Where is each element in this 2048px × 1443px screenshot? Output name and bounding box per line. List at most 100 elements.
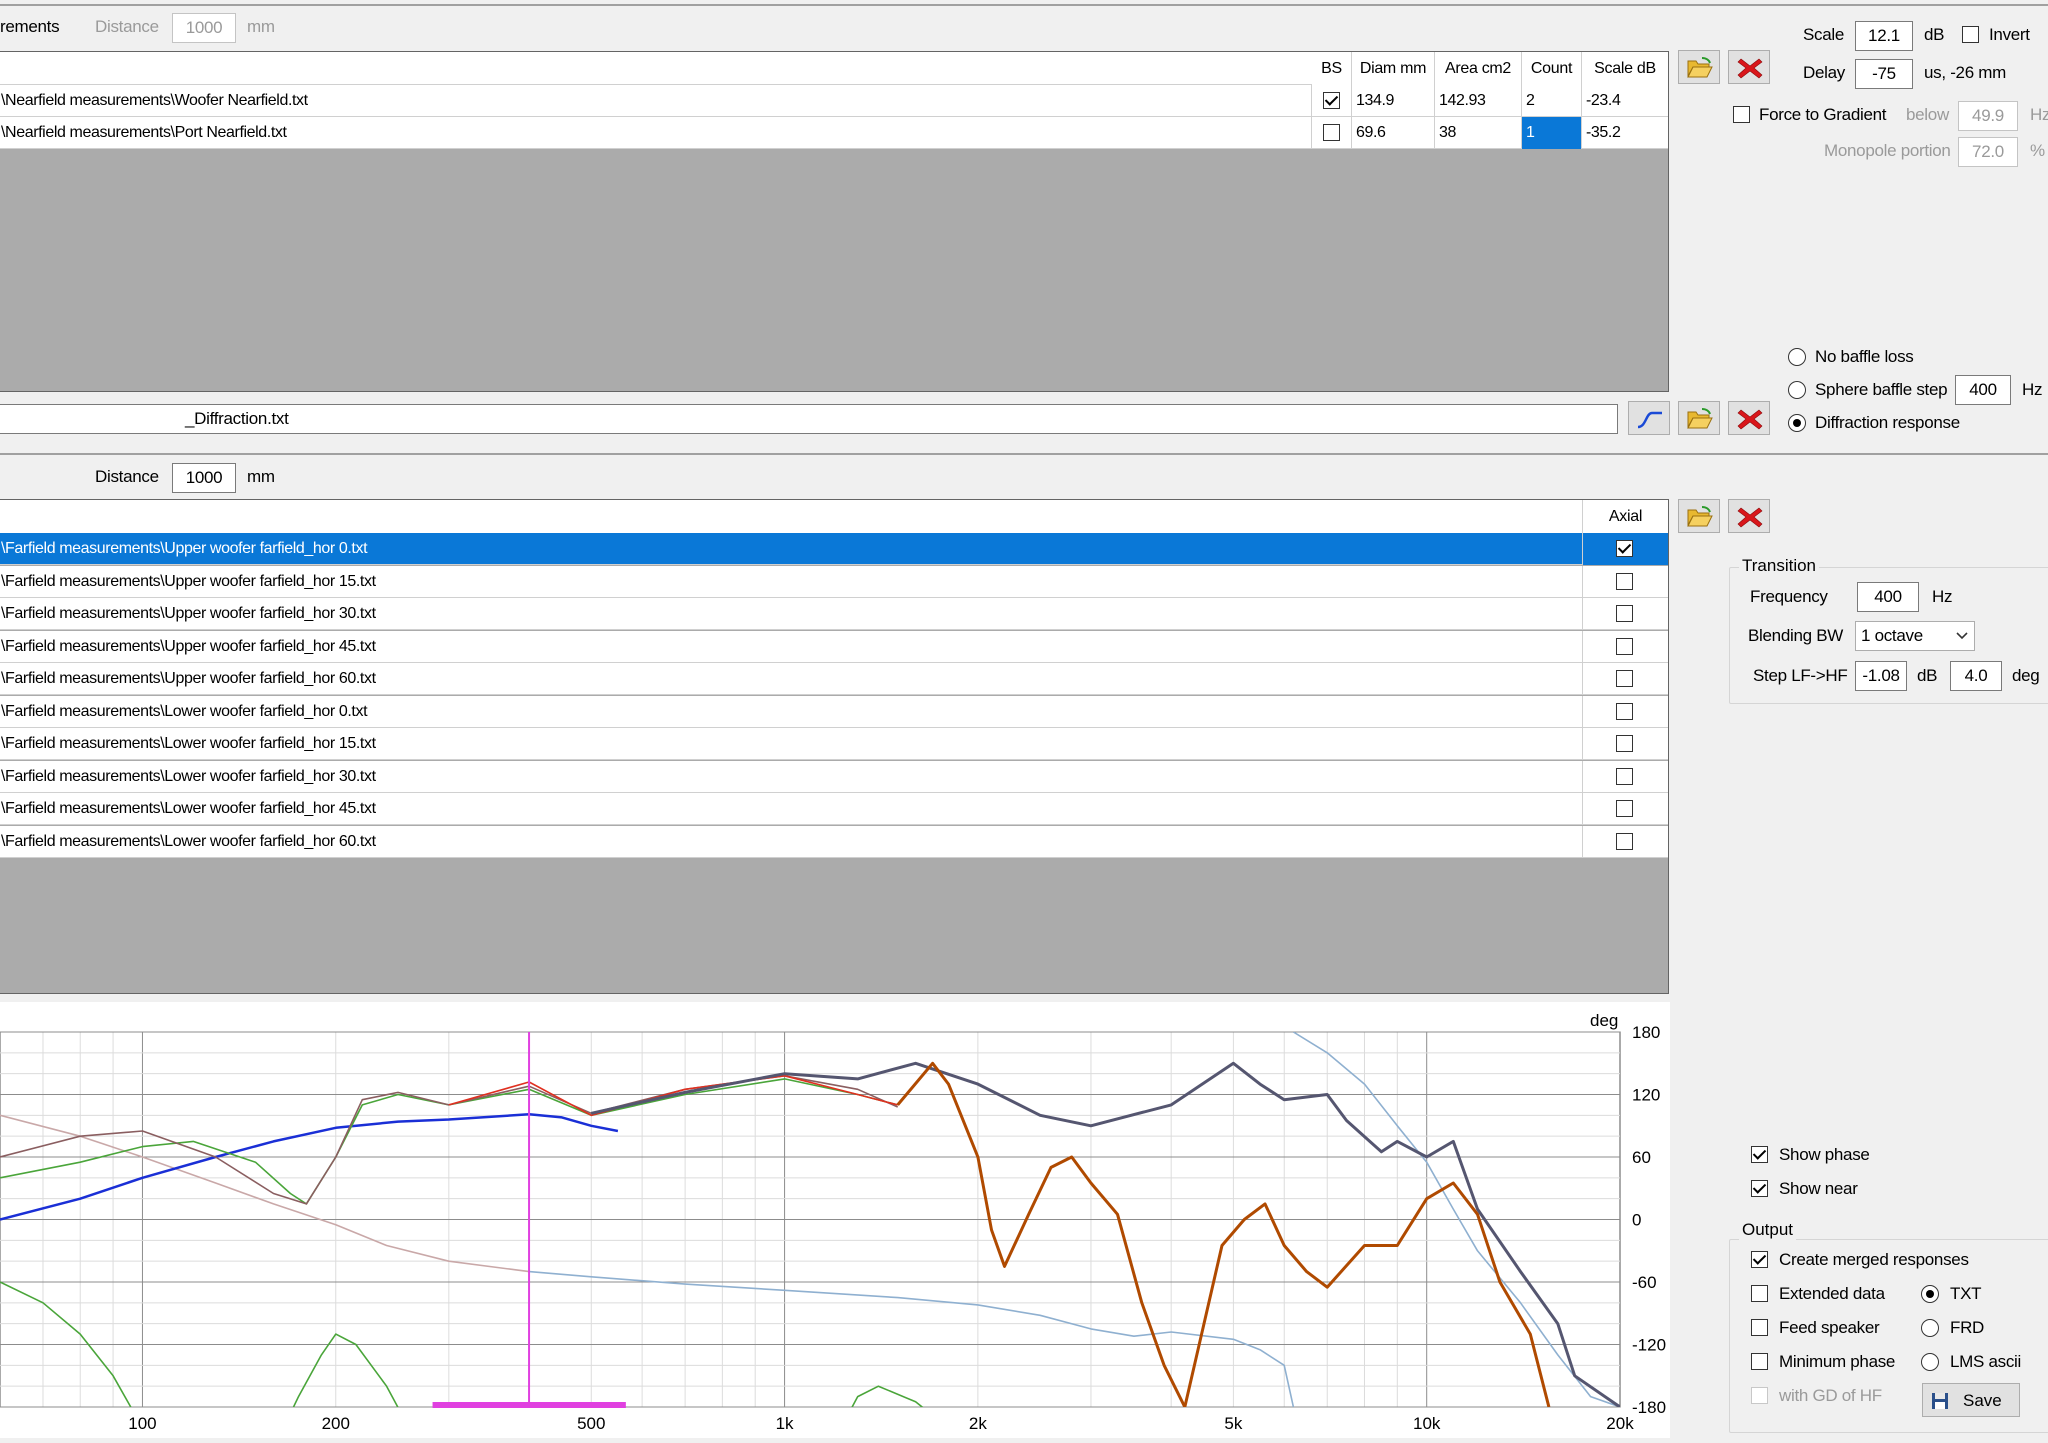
no-baffle-radio[interactable] (1788, 348, 1806, 366)
col-scale[interactable]: Scale dB (1582, 52, 1668, 85)
below-input[interactable]: 49.9 (1958, 101, 2018, 131)
open-far-button[interactable] (1678, 499, 1720, 533)
scale-input[interactable]: 12.1 (1855, 21, 1913, 51)
count-cell-selected[interactable]: 1 (1522, 117, 1582, 149)
axial-checkbox[interactable] (1616, 637, 1633, 655)
delay-input[interactable]: -75 (1855, 59, 1913, 89)
col-count[interactable]: Count (1522, 52, 1582, 85)
farfield-grid[interactable]: Axial \Farfield measurements\Upper woofe… (0, 499, 1669, 994)
axial-cell[interactable] (1583, 566, 1668, 598)
far-file-cell[interactable]: \Farfield measurements\Upper woofer farf… (0, 663, 1583, 695)
table-row[interactable]: \Farfield measurements\Upper woofer farf… (0, 630, 1668, 663)
far-file-cell[interactable]: \Farfield measurements\Upper woofer farf… (0, 565, 1583, 598)
open-diffraction-button[interactable] (1678, 401, 1720, 435)
step-deg-input[interactable]: 4.0 (1950, 661, 2002, 691)
diam-cell[interactable]: 69.6 (1352, 117, 1435, 149)
table-row[interactable]: \Farfield measurements\Upper woofer farf… (0, 533, 1668, 565)
axial-cell[interactable] (1583, 533, 1668, 565)
axial-cell[interactable] (1583, 728, 1668, 760)
col-diam[interactable]: Diam mm (1352, 52, 1435, 85)
axial-checkbox[interactable] (1616, 540, 1633, 557)
near-file-cell[interactable]: \Nearfield measurements\Woofer Nearfield… (0, 85, 1312, 117)
table-row[interactable]: \Farfield measurements\Lower woofer farf… (0, 825, 1668, 858)
axial-cell[interactable] (1583, 696, 1668, 728)
axial-cell[interactable] (1583, 793, 1668, 825)
axial-cell[interactable] (1583, 761, 1668, 793)
format-txt-radio[interactable] (1921, 1285, 1939, 1303)
chart-panel[interactable]: 100 200 500 1k 2k 5k 10k 20k 180 120 60 0 -60 -120 -18… (0, 1002, 1670, 1438)
axial-checkbox[interactable] (1616, 670, 1633, 687)
bs-cell[interactable] (1312, 85, 1352, 117)
show-phase-checkbox[interactable] (1751, 1146, 1768, 1163)
extended-data-checkbox[interactable] (1751, 1285, 1768, 1302)
gd-hf-checkbox[interactable] (1751, 1387, 1768, 1404)
axial-cell[interactable] (1583, 598, 1668, 630)
far-file-cell[interactable]: \Farfield measurements\Upper woofer farf… (0, 598, 1583, 630)
bs-checkbox[interactable] (1323, 92, 1340, 109)
axial-cell[interactable] (1583, 663, 1668, 695)
table-row[interactable]: \Farfield measurements\Lower woofer farf… (0, 695, 1668, 728)
far-file-cell[interactable]: \Farfield measurements\Lower woofer farf… (0, 825, 1583, 858)
col-area[interactable]: Area cm2 (1435, 52, 1522, 85)
show-near-checkbox[interactable] (1751, 1180, 1768, 1197)
table-row[interactable]: \Farfield measurements\Lower woofer farf… (0, 793, 1668, 825)
far-file-cell[interactable]: \Farfield measurements\Lower woofer farf… (0, 728, 1583, 760)
far-file-cell[interactable]: \Farfield measurements\Lower woofer farf… (0, 695, 1583, 728)
save-button[interactable]: Save (1922, 1383, 2020, 1417)
table-row[interactable]: \Nearfield measurements\Port Nearfield.t… (0, 117, 1668, 149)
remove-far-button[interactable] (1728, 499, 1770, 533)
table-row[interactable]: \Farfield measurements\Lower woofer farf… (0, 760, 1668, 793)
table-row[interactable]: \Farfield measurements\Lower woofer farf… (0, 728, 1668, 760)
far-file-cell[interactable]: \Farfield measurements\Lower woofer farf… (0, 760, 1583, 793)
axial-checkbox[interactable] (1616, 572, 1633, 590)
axial-checkbox[interactable] (1616, 702, 1633, 720)
diffraction-radio[interactable] (1788, 414, 1806, 432)
far-file-cell[interactable]: \Farfield measurements\Upper woofer farf… (0, 533, 1583, 565)
sphere-baffle-radio[interactable] (1788, 381, 1806, 399)
col-bs[interactable]: BS (1312, 52, 1352, 85)
format-lms-radio[interactable] (1921, 1353, 1939, 1371)
axial-checkbox[interactable] (1616, 767, 1633, 785)
table-row[interactable]: \Farfield measurements\Upper woofer farf… (0, 565, 1668, 598)
monopole-input[interactable]: 72.0 (1958, 137, 2018, 167)
axial-checkbox[interactable] (1616, 605, 1633, 622)
create-merged-checkbox[interactable] (1751, 1251, 1768, 1268)
remove-diffraction-button[interactable] (1728, 401, 1770, 435)
axial-checkbox[interactable] (1616, 735, 1633, 752)
axial-checkbox[interactable] (1616, 800, 1633, 817)
blending-select[interactable]: 1 octave (1855, 621, 1975, 651)
remove-near-button[interactable] (1728, 50, 1770, 84)
far-distance-input[interactable]: 1000 (172, 463, 236, 493)
table-row[interactable]: \Farfield measurements\Upper woofer farf… (0, 598, 1668, 630)
open-near-button[interactable] (1678, 50, 1720, 84)
sphere-freq-input[interactable]: 400 (1955, 375, 2011, 405)
table-row[interactable]: \Nearfield measurements\Woofer Nearfield… (0, 85, 1668, 117)
table-row[interactable]: \Farfield measurements\Upper woofer farf… (0, 663, 1668, 695)
count-cell[interactable]: 2 (1522, 85, 1582, 117)
format-frd-radio[interactable] (1921, 1319, 1939, 1337)
area-cell[interactable]: 142.93 (1435, 85, 1522, 117)
scale-cell[interactable]: -35.2 (1582, 117, 1668, 149)
nearfield-grid[interactable]: BS Diam mm Area cm2 Count Scale dB \Near… (0, 51, 1669, 392)
scale-cell[interactable]: -23.4 (1582, 85, 1668, 117)
far-file-cell[interactable]: \Farfield measurements\Lower woofer farf… (0, 793, 1583, 825)
frequency-input[interactable]: 400 (1857, 582, 1919, 612)
near-file-cell[interactable]: \Nearfield measurements\Port Nearfield.t… (0, 117, 1312, 149)
bs-cell[interactable] (1312, 117, 1352, 149)
near-distance-input[interactable]: 1000 (172, 13, 236, 43)
diam-cell[interactable]: 134.9 (1352, 85, 1435, 117)
axial-cell[interactable] (1583, 631, 1668, 663)
axial-checkbox[interactable] (1616, 832, 1633, 850)
area-cell[interactable]: 38 (1435, 117, 1522, 149)
far-file-cell[interactable]: \Farfield measurements\Upper woofer farf… (0, 630, 1583, 663)
feed-speaker-checkbox[interactable] (1751, 1319, 1768, 1336)
invert-checkbox[interactable] (1962, 26, 1979, 43)
frequency-response-chart[interactable]: 100 200 500 1k 2k 5k 10k 20k 180 120 60 0 -60 -120 -18… (0, 1002, 1670, 1438)
diffraction-file-input[interactable]: _Diffraction.txt (0, 404, 1618, 434)
col-axial[interactable]: Axial (1583, 500, 1668, 533)
bs-checkbox[interactable] (1323, 124, 1340, 141)
axial-cell[interactable] (1583, 826, 1668, 858)
step-db-input[interactable]: -1.08 (1855, 661, 1907, 691)
force-gradient-checkbox[interactable] (1733, 106, 1750, 123)
edit-diffraction-button[interactable] (1628, 401, 1670, 435)
